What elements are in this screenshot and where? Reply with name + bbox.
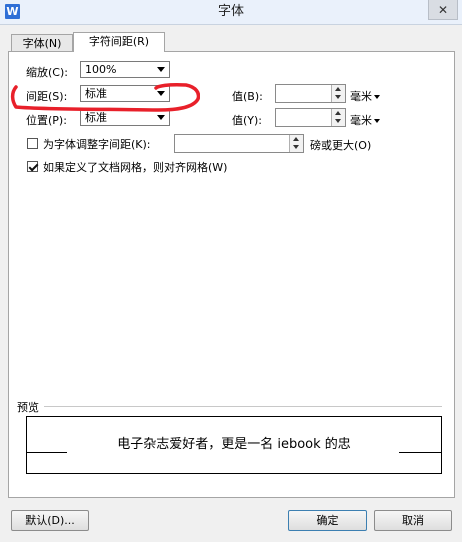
spin-up-icon[interactable] — [335, 87, 341, 91]
spin-down-icon[interactable] — [335, 95, 341, 99]
tab-font[interactable]: 字体(N) — [11, 34, 73, 52]
position-unit-select[interactable]: 毫米 — [350, 112, 380, 128]
position-select[interactable]: 标准 — [80, 109, 170, 126]
position-amount-input[interactable] — [275, 108, 346, 127]
spin-buttons[interactable] — [331, 109, 345, 126]
kerning-suffix: 磅或更大(O) — [310, 139, 372, 152]
scale-label: 缩放(C): — [26, 66, 68, 79]
scale-select[interactable]: 100% — [80, 61, 170, 78]
position-value: 标准 — [85, 111, 107, 124]
chevron-down-icon — [157, 115, 165, 120]
preview-label: 预览 — [17, 401, 39, 414]
default-button[interactable]: 默认(D)... — [11, 510, 89, 531]
close-button[interactable]: ✕ — [428, 0, 458, 20]
spacing-amount-label: 值(B): — [232, 90, 263, 103]
ok-button[interactable]: 确定 — [288, 510, 367, 531]
spacing-value: 标准 — [85, 87, 107, 100]
preview-text: 电子杂志爱好者，更是一名 iebook 的忠 — [117, 437, 351, 452]
preview-divider — [44, 406, 442, 407]
chevron-down-icon — [374, 95, 380, 99]
chevron-down-icon — [157, 91, 165, 96]
position-label: 位置(P): — [26, 114, 67, 127]
spin-up-icon[interactable] — [335, 111, 341, 115]
position-unit-label: 毫米 — [350, 114, 372, 127]
spacing-label: 间距(S): — [26, 90, 68, 103]
dialog-title: 字体 — [217, 4, 244, 19]
spin-buttons[interactable] — [331, 85, 345, 102]
cancel-button[interactable]: 取消 — [374, 510, 452, 531]
spin-up-icon[interactable] — [293, 137, 299, 141]
spin-buttons[interactable] — [289, 135, 303, 152]
kerning-amount-input[interactable] — [174, 134, 304, 153]
kerning-checkbox[interactable] — [27, 138, 38, 149]
tab-character-spacing[interactable]: 字符间距(R) — [73, 32, 165, 52]
chevron-down-icon — [157, 67, 165, 72]
snap-to-grid-label: 如果定义了文档网格，则对齐网格(W) — [43, 161, 228, 174]
spacing-unit-select[interactable]: 毫米 — [350, 88, 380, 104]
title-bar: W 字体 ✕ — [0, 0, 462, 25]
chevron-down-icon — [374, 119, 380, 123]
spin-down-icon[interactable] — [335, 119, 341, 123]
preview-box: 电子杂志爱好者，更是一名 iebook 的忠 — [26, 416, 442, 474]
spacing-amount-input[interactable] — [275, 84, 346, 103]
snap-to-grid-checkbox[interactable] — [27, 161, 38, 172]
spacing-select[interactable]: 标准 — [80, 85, 170, 102]
kerning-label: 为字体调整字间距(K): — [43, 138, 151, 151]
scale-value: 100% — [85, 63, 117, 76]
position-amount-label: 值(Y): — [232, 114, 263, 127]
spin-down-icon[interactable] — [293, 145, 299, 149]
spacing-unit-label: 毫米 — [350, 90, 372, 103]
